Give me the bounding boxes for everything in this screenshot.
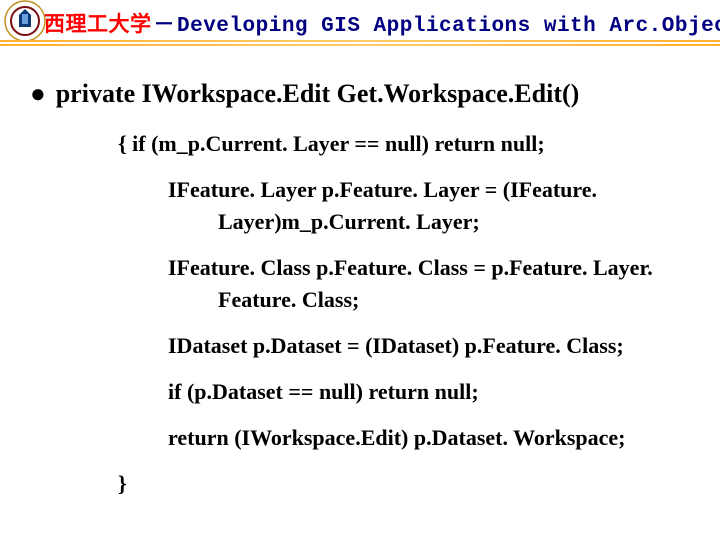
title-english: Developing GIS Applications with Arc.Obj…	[177, 15, 720, 38]
slide-body: ● private IWorkspace.Edit Get.Workspace.…	[0, 78, 720, 514]
header-underline	[0, 40, 720, 46]
slide-title: 西理工大学－Developing GIS Applications with A…	[44, 8, 720, 38]
title-separator: －	[152, 15, 178, 38]
code-line-close-brace: }	[118, 468, 670, 500]
university-crest-icon	[4, 0, 46, 42]
code-line-4: IDataset p.Dataset = (IDataset) p.Featur…	[168, 330, 670, 362]
method-signature: private IWorkspace.Edit Get.Workspace.Ed…	[56, 78, 580, 110]
slide-header: 西理工大学－Developing GIS Applications with A…	[0, 0, 720, 58]
code-line-6: return (IWorkspace.Edit) p.Dataset. Work…	[168, 422, 670, 454]
code-block: { if (m_p.Current. Layer == null) return…	[118, 128, 670, 500]
code-line-5: if (p.Dataset == null) return null;	[168, 376, 670, 408]
code-line-1: { if (m_p.Current. Layer == null) return…	[118, 128, 670, 160]
bullet-item: ● private IWorkspace.Edit Get.Workspace.…	[30, 78, 690, 110]
title-chinese: 西理工大学	[44, 15, 152, 38]
code-line-3: IFeature. Class p.Feature. Class = p.Fea…	[168, 252, 670, 316]
code-line-2: IFeature. Layer p.Feature. Layer = (IFea…	[168, 174, 670, 238]
bullet-marker-icon: ●	[30, 78, 46, 110]
